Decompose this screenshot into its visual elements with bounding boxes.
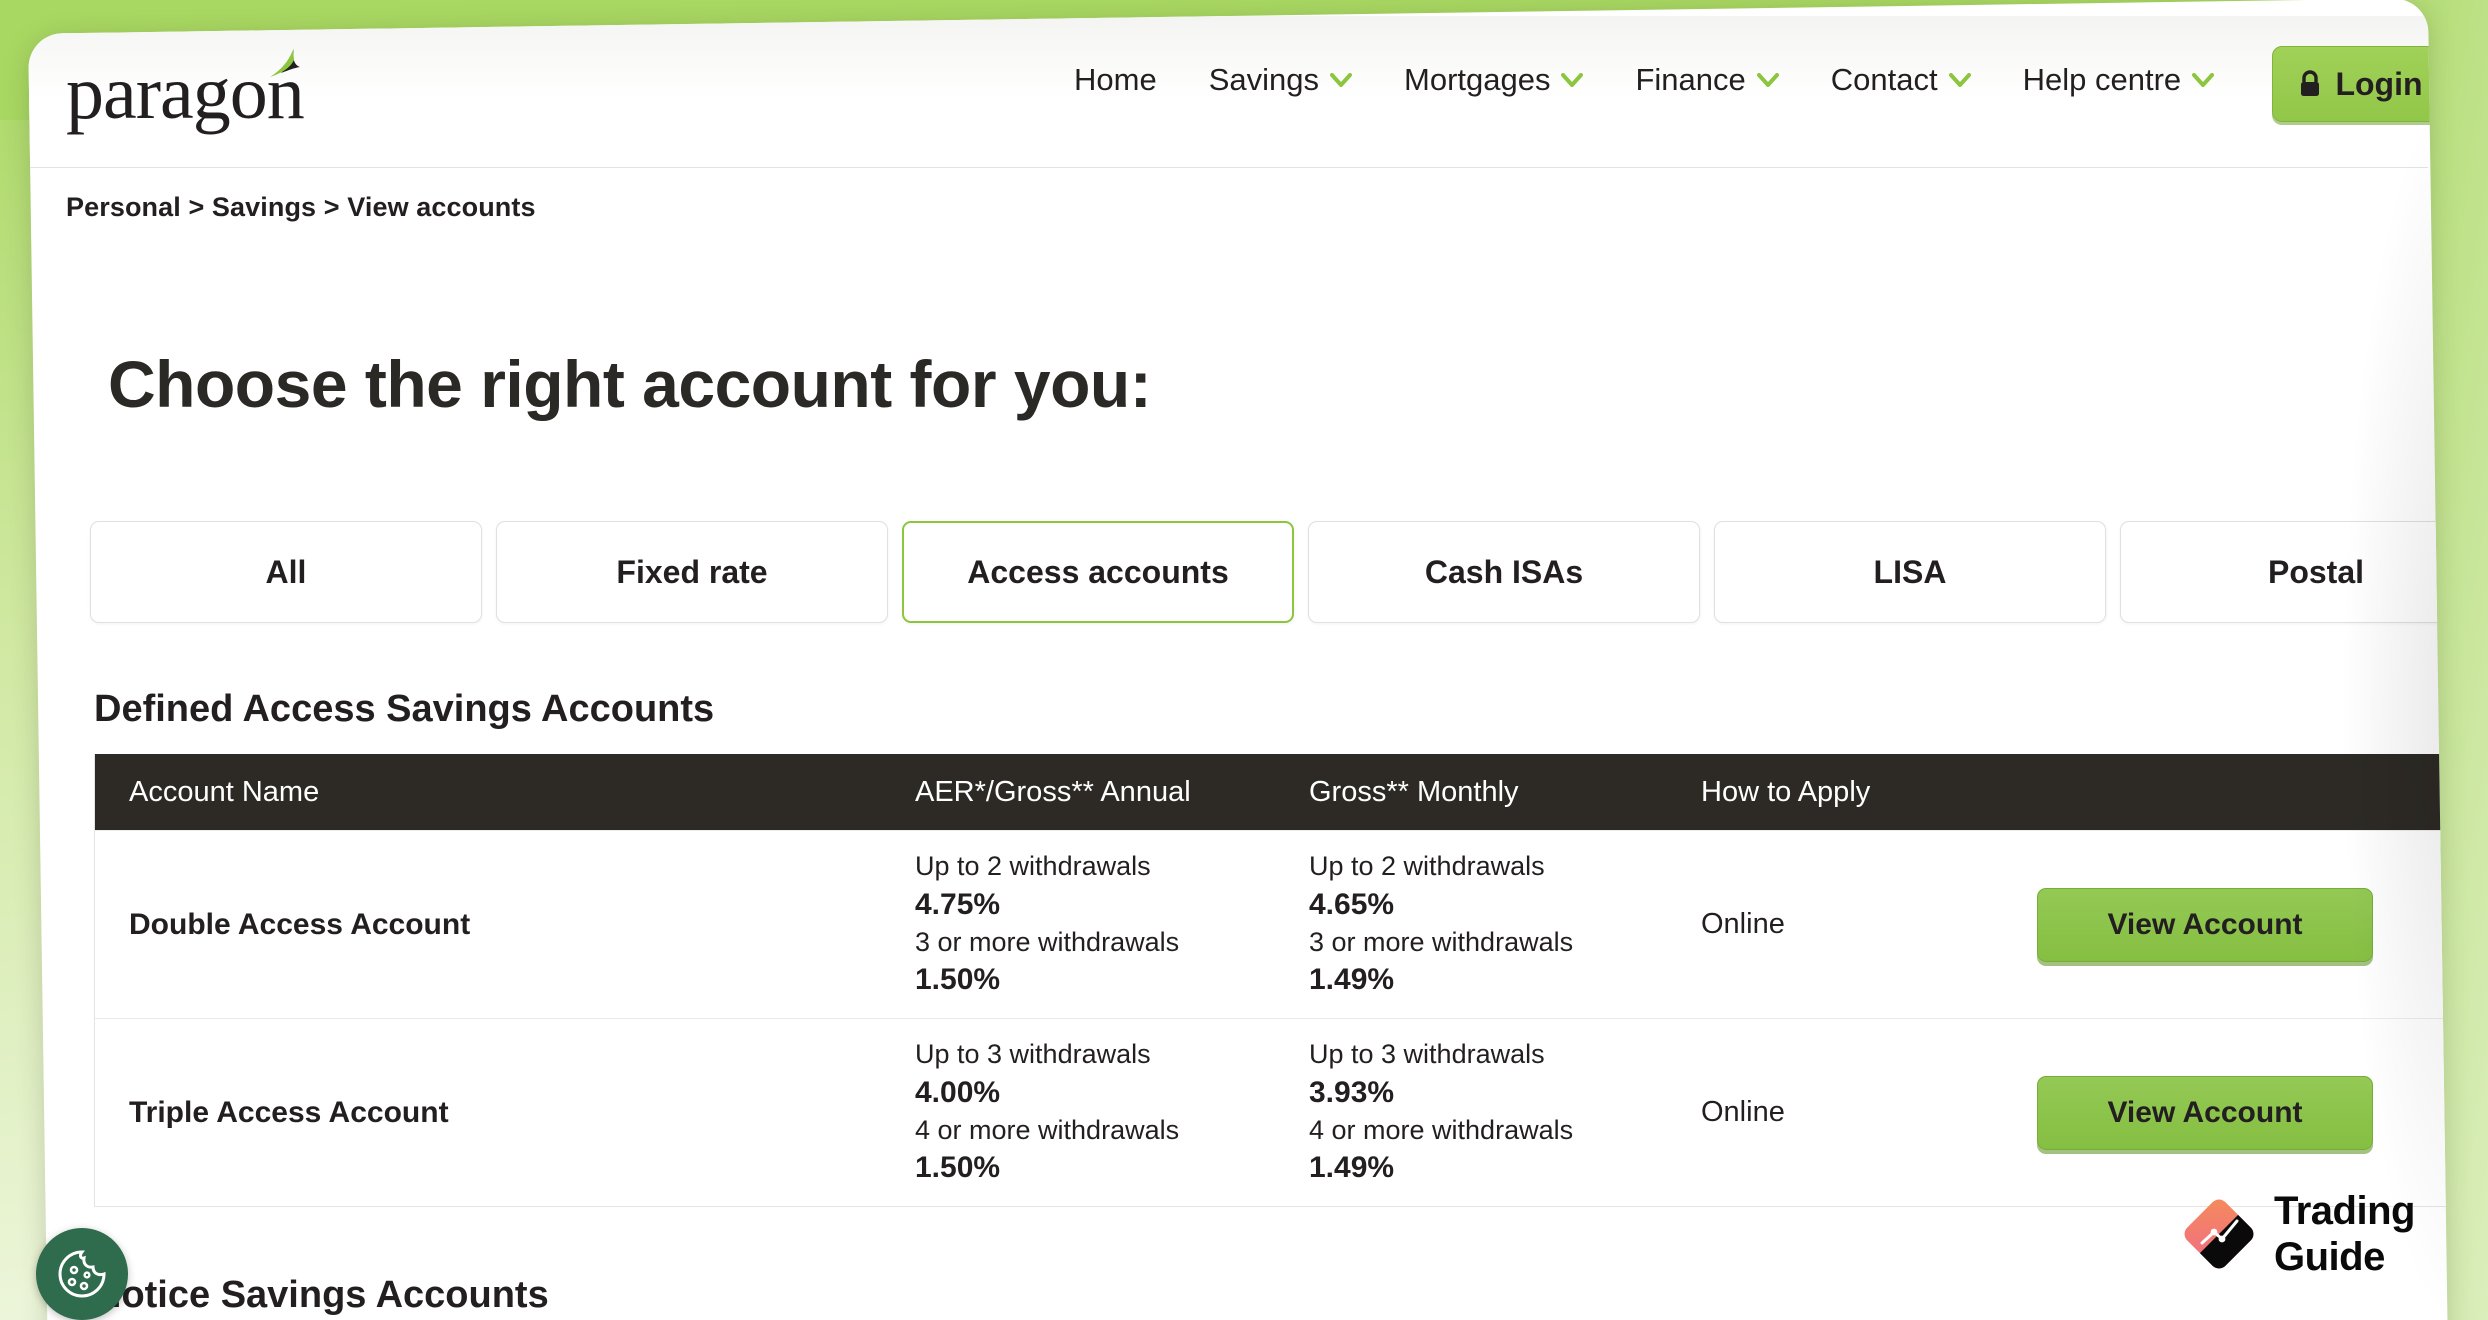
how-to-apply: Online: [1701, 908, 1785, 940]
action-cell: View Account: [2037, 1075, 2449, 1150]
cookie-icon: [58, 1250, 106, 1298]
tab-label: Postal: [2267, 553, 2365, 590]
chevron-down-icon: [1330, 73, 1352, 87]
account-name: Triple Access Account: [129, 1095, 449, 1129]
chevron-down-icon: [1756, 73, 1779, 87]
annual-rate-2: 1.50%: [915, 1151, 1001, 1185]
tab-lisa[interactable]: LISA: [1714, 521, 2106, 623]
watermark-line-2: Guide: [2274, 1235, 2385, 1279]
view-account-label: View Account: [2107, 1095, 2303, 1129]
login-button[interactable]: Login: [2272, 46, 2448, 122]
chevron-down-icon: [2192, 73, 2215, 87]
page-content: paragon Home Savings Mortgages Finance C…: [28, 0, 2449, 1320]
page-card: paragon Home Savings Mortgages Finance C…: [28, 0, 2449, 1320]
column-header-aer-annual: AER*/Gross** Annual: [915, 775, 1191, 808]
nav-item-savings[interactable]: Savings: [1183, 62, 1378, 98]
view-account-button[interactable]: View Account: [2037, 1075, 2373, 1150]
trading-guide-diamond-icon: [2184, 1199, 2254, 1269]
tab-fixed-rate[interactable]: Fixed rate: [496, 521, 888, 623]
page-title: Choose the right account for you:: [108, 347, 1152, 421]
nav-label: Mortgages: [1404, 62, 1551, 97]
annual-rates: Up to 3 withdrawals 4.00% 4 or more with…: [915, 1037, 1309, 1187]
monthly-note-1: Up to 3 withdrawals: [1309, 1039, 1545, 1070]
nav-item-mortgages[interactable]: Mortgages: [1378, 62, 1609, 98]
column-header-gross-monthly: Gross** Monthly: [1309, 775, 1519, 808]
nav-item-help-centre[interactable]: Help centre: [1997, 62, 2241, 98]
trading-guide-watermark: Trading Guide: [2182, 1188, 2415, 1280]
action-cell: View Account: [2037, 887, 2449, 962]
monthly-note-2: 3 or more withdrawals: [1309, 926, 1574, 957]
tab-label: Cash ISAs: [1424, 553, 1584, 590]
tab-label: All: [265, 553, 307, 590]
annual-note-2: 4 or more withdrawals: [915, 1114, 1180, 1145]
nav-label: Savings: [1208, 62, 1319, 97]
login-label: Login: [2335, 65, 2423, 102]
monthly-rates: Up to 3 withdrawals 3.93% 4 or more with…: [1309, 1037, 1701, 1187]
annual-rate-1: 4.75%: [915, 887, 1001, 921]
tab-all[interactable]: All: [90, 521, 482, 623]
account-type-tabs: All Fixed rate Access accounts Cash ISAs…: [90, 521, 2449, 623]
nav-item-home[interactable]: Home: [1048, 62, 1183, 98]
column-header-account-name: Account Name: [129, 775, 320, 808]
annual-rate-1: 4.00%: [915, 1075, 1001, 1109]
watermark-line-1: Trading: [2274, 1189, 2415, 1233]
table-header-row: Account Name AER*/Gross** Annual Gross**…: [95, 754, 2449, 830]
annual-note-2: 3 or more withdrawals: [915, 926, 1180, 957]
monthly-rate-1: 4.65%: [1309, 887, 1395, 921]
nav-item-contact[interactable]: Contact: [1805, 62, 1997, 98]
nav-item-finance[interactable]: Finance: [1609, 62, 1804, 98]
lock-icon: [2301, 70, 2320, 96]
how-to-apply: Online: [1701, 1096, 1785, 1128]
nav-label: Help centre: [2022, 62, 2182, 97]
section-title-notice-savings: Notice Savings Accounts: [94, 1274, 549, 1316]
monthly-rates: Up to 2 withdrawals 4.65% 3 or more with…: [1309, 849, 1701, 999]
annual-note-1: Up to 2 withdrawals: [915, 851, 1151, 882]
paragon-logo[interactable]: paragon: [66, 48, 366, 140]
monthly-rate-1: 3.93%: [1309, 1075, 1395, 1109]
view-account-label: View Account: [2107, 907, 2303, 941]
chevron-down-icon: [1948, 73, 1971, 87]
monthly-note-1: Up to 2 withdrawals: [1309, 851, 1545, 882]
tab-postal[interactable]: Postal: [2120, 521, 2449, 623]
monthly-note-2: 4 or more withdrawals: [1309, 1114, 1574, 1145]
table-row: Double Access Account Up to 2 withdrawal…: [95, 830, 2449, 1018]
annual-rates: Up to 2 withdrawals 4.75% 3 or more with…: [915, 849, 1309, 999]
tab-label: Access accounts: [967, 553, 1229, 590]
tab-label: Fixed rate: [616, 553, 768, 590]
section-title-defined-access: Defined Access Savings Accounts: [94, 688, 715, 730]
account-name: Double Access Account: [129, 907, 471, 941]
tab-label: LISA: [1873, 553, 1947, 590]
monthly-rate-2: 1.49%: [1309, 963, 1395, 997]
site-header: paragon Home Savings Mortgages Finance C…: [28, 15, 2448, 168]
monthly-rate-2: 1.49%: [1309, 1151, 1395, 1185]
main-navigation: Home Savings Mortgages Finance Contact H…: [1048, 62, 2240, 98]
nav-label: Home: [1074, 61, 1157, 97]
annual-rate-2: 1.50%: [915, 963, 1001, 997]
chevron-down-icon: [1561, 73, 1584, 87]
annual-note-1: Up to 3 withdrawals: [915, 1039, 1151, 1070]
view-account-button[interactable]: View Account: [2037, 887, 2373, 962]
column-header-how-to-apply: How to Apply: [1701, 775, 1871, 808]
breadcrumb[interactable]: Personal > Savings > View accounts: [66, 192, 536, 223]
accounts-table: Account Name AER*/Gross** Annual Gross**…: [94, 754, 2449, 1207]
table-row: Triple Access Account Up to 3 withdrawal…: [95, 1018, 2449, 1206]
paragon-star-icon: [270, 48, 300, 77]
nav-label: Finance: [1635, 62, 1746, 97]
tab-access-accounts[interactable]: Access accounts: [902, 521, 1294, 623]
nav-label: Contact: [1830, 62, 1938, 97]
tab-cash-isas[interactable]: Cash ISAs: [1308, 521, 1700, 623]
cookie-settings-button[interactable]: [36, 1228, 128, 1320]
